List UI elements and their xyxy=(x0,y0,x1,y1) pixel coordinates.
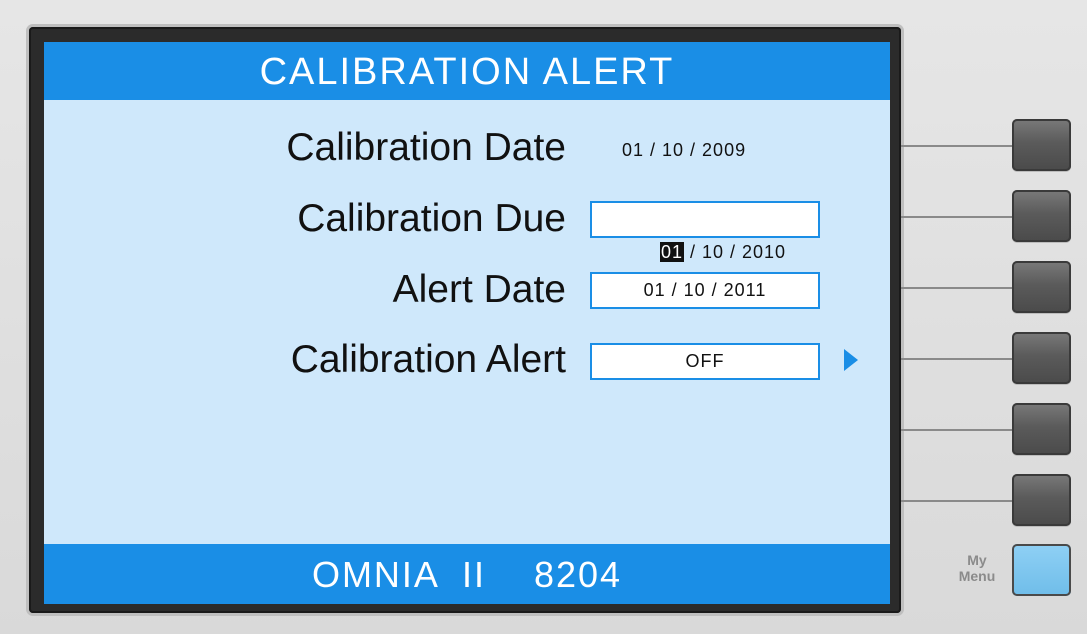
my-menu-label: My Menu xyxy=(952,552,1002,584)
soft-key-5[interactable] xyxy=(1012,403,1071,455)
alert-date-field[interactable]: 01 / 10 / 2011 xyxy=(590,272,820,309)
my-menu-label-line2: Menu xyxy=(958,568,996,584)
calibration-alert-label: Calibration Alert xyxy=(290,338,566,381)
model-footer: OMNIA II 8204 xyxy=(44,544,890,604)
soft-key-2[interactable] xyxy=(1012,190,1071,242)
soft-key-3[interactable] xyxy=(1012,261,1071,313)
calibration-due-field[interactable]: 01 / 10 / 2010 xyxy=(590,201,820,262)
soft-key-connector-2 xyxy=(901,216,1015,218)
my-menu-label-line1: My xyxy=(967,552,987,568)
my-menu-button[interactable] xyxy=(1012,544,1071,596)
soft-key-4[interactable] xyxy=(1012,332,1071,384)
calibration-due-label: Calibration Due xyxy=(297,197,566,240)
soft-key-1[interactable] xyxy=(1012,119,1071,171)
soft-key-connector-3 xyxy=(901,287,1015,289)
calibration-date-value: 01 / 10 / 2009 xyxy=(622,140,747,160)
soft-key-connector-1 xyxy=(901,145,1015,147)
alert-date-label: Alert Date xyxy=(392,268,566,311)
page-title: CALIBRATION ALERT xyxy=(44,42,890,100)
calibration-due-value: / 10 / 2010 xyxy=(683,242,787,262)
soft-key-connector-5 xyxy=(901,429,1015,431)
right-triangle-icon[interactable] xyxy=(844,349,858,371)
soft-key-connector-6 xyxy=(901,500,1015,502)
calibration-date-label: Calibration Date xyxy=(286,126,566,169)
soft-key-6[interactable] xyxy=(1012,474,1071,526)
edit-cursor: 01 xyxy=(659,242,684,262)
lcd-screen: CALIBRATION ALERT Calibration Date 01 / … xyxy=(44,42,890,604)
device-panel: CALIBRATION ALERT Calibration Date 01 / … xyxy=(0,0,1087,634)
soft-key-connector-4 xyxy=(901,358,1015,360)
calibration-alert-field[interactable]: OFF xyxy=(590,343,820,380)
